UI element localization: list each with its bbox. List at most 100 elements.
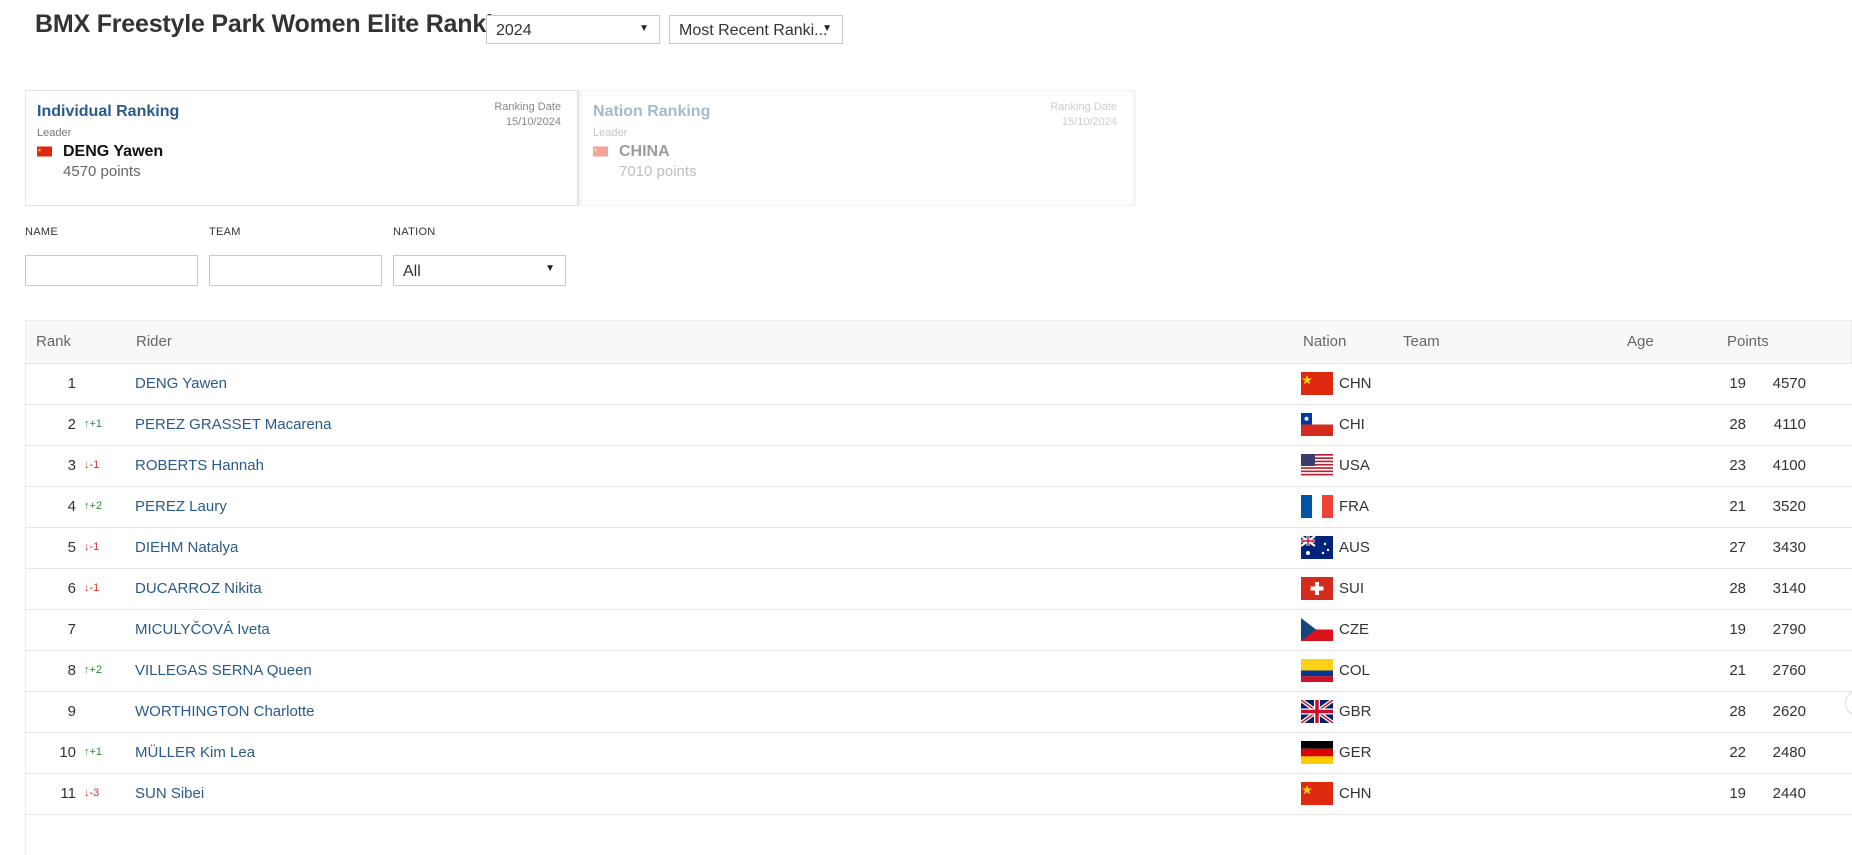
france-flag-icon bbox=[1301, 495, 1333, 518]
rider-link[interactable]: WORTHINGTON Charlotte bbox=[135, 703, 314, 720]
chevron-down-icon: ▼ bbox=[639, 23, 649, 34]
rank-change-value: -3 bbox=[89, 787, 100, 799]
ranking-date: 15/10/2024 bbox=[1061, 116, 1117, 128]
table-row[interactable]: 4 ↑+2 PEREZ Laury FRA 21 3520 bbox=[25, 486, 1852, 527]
rider-link[interactable]: ROBERTS Hannah bbox=[135, 457, 264, 474]
nation-cell: CHI bbox=[1339, 416, 1365, 433]
points-cell: 4100 bbox=[1772, 457, 1806, 474]
team-filter-label: TEAM bbox=[209, 226, 241, 238]
chevron-down-icon: ▼ bbox=[545, 263, 555, 274]
nation-cell: CZE bbox=[1339, 621, 1369, 638]
table-row[interactable]: 8 ↑+2 VILLEGAS SERNA Queen COL 21 2760 bbox=[25, 650, 1852, 691]
rank-cell: 6 bbox=[67, 580, 76, 597]
rank-change-down: ↓-1 bbox=[84, 541, 99, 553]
card-title: Individual Ranking bbox=[37, 103, 180, 120]
points-cell: 2790 bbox=[1772, 621, 1806, 638]
col-rider-header[interactable]: Rider bbox=[136, 333, 172, 350]
rider-link[interactable]: PEREZ Laury bbox=[135, 498, 227, 515]
colombia-flag-icon bbox=[1301, 659, 1333, 682]
nation-filter-select[interactable]: All ▼ bbox=[393, 255, 566, 286]
ranking-date: 15/10/2024 bbox=[505, 116, 561, 128]
leader-points: 4570 points bbox=[63, 163, 141, 180]
czechia-flag-icon bbox=[1301, 618, 1333, 641]
rank-change-up: ↑+1 bbox=[84, 746, 102, 758]
rider-link[interactable]: SUN Sibei bbox=[135, 785, 204, 802]
table-row[interactable]: 9 WORTHINGTON Charlotte GBR 28 2620 bbox=[25, 691, 1852, 732]
ranking-date-label: Ranking Date bbox=[494, 101, 561, 113]
points-cell: 2620 bbox=[1772, 703, 1806, 720]
points-cell: 2760 bbox=[1772, 662, 1806, 679]
ranking-type-select[interactable]: Most Recent Ranki... ▼ bbox=[669, 15, 843, 44]
points-cell: 2480 bbox=[1772, 744, 1806, 761]
rank-cell: 7 bbox=[67, 621, 76, 638]
rank-change-down: ↓-1 bbox=[84, 582, 99, 594]
rank-change-down: ↓-3 bbox=[84, 787, 99, 799]
col-age-header[interactable]: Age bbox=[1627, 333, 1654, 350]
rank-cell: 5 bbox=[67, 539, 76, 556]
rank-change-value: -1 bbox=[89, 541, 100, 553]
leader-label: Leader bbox=[37, 127, 72, 139]
table-row[interactable]: 3 ↓-1 ROBERTS Hannah USA 23 4100 bbox=[25, 445, 1852, 486]
col-points-header[interactable]: Points bbox=[1727, 333, 1769, 350]
year-select[interactable]: 2024 ▼ bbox=[486, 15, 660, 44]
rider-link[interactable]: MÜLLER Kim Lea bbox=[135, 744, 255, 761]
table-row bbox=[25, 814, 1852, 855]
rank-cell: 8 bbox=[67, 662, 76, 679]
rank-change-up: ↑+1 bbox=[84, 418, 102, 430]
rank-cell: 1 bbox=[67, 375, 76, 392]
chile-flag-icon bbox=[1301, 413, 1333, 436]
rank-cell: 11 bbox=[60, 785, 76, 802]
usa-flag-icon bbox=[1301, 454, 1333, 477]
nation-cell: COL bbox=[1339, 662, 1370, 679]
germany-flag-icon bbox=[1301, 741, 1333, 764]
col-rank-header[interactable]: Rank bbox=[36, 333, 71, 350]
nation-cell: SUI bbox=[1339, 580, 1365, 597]
nation-filter-label: NATION bbox=[393, 226, 436, 238]
ranking-table: Rank Rider Nation Team Age Points 1 DENG … bbox=[25, 320, 1852, 855]
nation-ranking-card[interactable]: Nation Ranking Leader Ranking Date 15/10… bbox=[581, 90, 1134, 206]
table-row[interactable]: 10 ↑+1 MÜLLER Kim Lea GER 22 2480 bbox=[25, 732, 1852, 773]
points-cell: 4570 bbox=[1772, 375, 1806, 392]
table-row[interactable]: 1 DENG Yawen CHN 19 4570 bbox=[25, 363, 1852, 404]
individual-ranking-card[interactable]: Individual Ranking Leader Ranking Date 1… bbox=[25, 90, 578, 206]
nation-cell: GER bbox=[1339, 744, 1372, 761]
rank-cell: 3 bbox=[67, 457, 76, 474]
rank-cell: 9 bbox=[67, 703, 76, 720]
table-row[interactable]: 2 ↑+1 PEREZ GRASSET Macarena CHI 28 4110 bbox=[25, 404, 1852, 445]
rank-change-value: +1 bbox=[89, 418, 103, 430]
rider-link[interactable]: DENG Yawen bbox=[135, 375, 227, 392]
table-body: 1 DENG Yawen CHN 19 4570 2 ↑+1 PEREZ GRASSET Ma… bbox=[25, 363, 1852, 855]
team-filter-input[interactable] bbox=[209, 255, 382, 286]
australia-flag-icon bbox=[1301, 536, 1333, 559]
points-cell: 3520 bbox=[1772, 498, 1806, 515]
rank-cell: 10 bbox=[59, 744, 76, 761]
china-flag-icon bbox=[1301, 782, 1333, 805]
rider-link[interactable]: PEREZ GRASSET Macarena bbox=[135, 416, 331, 433]
nation-cell: CHN bbox=[1339, 375, 1372, 392]
table-row[interactable]: 6 ↓-1 DUCARROZ Nikita SUI 28 3140 bbox=[25, 568, 1852, 609]
name-filter-input[interactable] bbox=[25, 255, 198, 286]
table-row[interactable]: 5 ↓-1 DIEHM Natalya AUS 27 3430 bbox=[25, 527, 1852, 568]
points-cell: 2440 bbox=[1772, 785, 1806, 802]
col-nation-header[interactable]: Nation bbox=[1303, 333, 1346, 350]
col-team-header[interactable]: Team bbox=[1403, 333, 1440, 350]
name-filter-label: NAME bbox=[25, 226, 58, 238]
leader-name: DENG Yawen bbox=[63, 143, 164, 160]
leader-points: 7010 points bbox=[619, 163, 697, 180]
great-britain-flag-icon bbox=[1301, 700, 1333, 723]
rank-change-value: +2 bbox=[89, 500, 103, 512]
china-flag-icon bbox=[1301, 372, 1333, 395]
nation-cell: AUS bbox=[1339, 539, 1370, 556]
rider-link[interactable]: VILLEGAS SERNA Queen bbox=[135, 662, 312, 679]
rank-change-up: ↑+2 bbox=[84, 500, 102, 512]
nation-cell: USA bbox=[1339, 457, 1370, 474]
rank-change-value: +1 bbox=[89, 746, 103, 758]
table-header: Rank Rider Nation Team Age Points bbox=[25, 320, 1852, 363]
nation-cell: FRA bbox=[1339, 498, 1369, 515]
rank-change-up: ↑+2 bbox=[84, 664, 102, 676]
table-row[interactable]: 7 MICULYČOVÁ Iveta CZE 19 2790 bbox=[25, 609, 1852, 650]
rider-link[interactable]: MICULYČOVÁ Iveta bbox=[135, 621, 270, 638]
rider-link[interactable]: DUCARROZ Nikita bbox=[135, 580, 262, 597]
rider-link[interactable]: DIEHM Natalya bbox=[135, 539, 238, 556]
table-row[interactable]: 11 ↓-3 SUN Sibei CHN 19 2440 bbox=[25, 773, 1852, 814]
